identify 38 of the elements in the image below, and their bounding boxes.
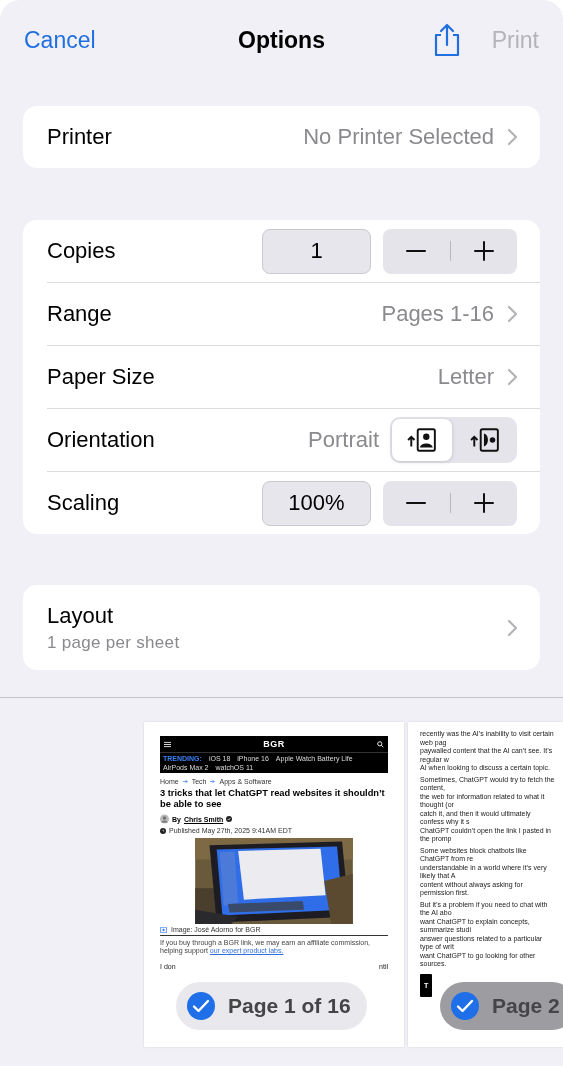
image-icon xyxy=(160,926,167,933)
page-label-text: Page 2 xyxy=(492,994,560,1018)
chevron-icon xyxy=(507,618,517,637)
row-detail: 1 page per sheet xyxy=(47,632,181,653)
chevron-icon xyxy=(507,305,517,323)
landscape-icon xyxy=(470,427,500,453)
search-icon xyxy=(377,740,384,748)
row-label: Layout xyxy=(47,602,115,629)
orientation-value: Portrait xyxy=(308,427,379,453)
row-label: Printer xyxy=(47,124,113,150)
window-title: Options xyxy=(238,26,325,54)
row-label: Scaling xyxy=(47,490,121,516)
row-label: Copies xyxy=(47,238,117,264)
minus-icon xyxy=(406,502,427,504)
minus-icon xyxy=(406,250,427,252)
clock-icon xyxy=(160,827,166,834)
plus-icon xyxy=(473,241,494,261)
page-thumbnail[interactable] xyxy=(144,722,404,1047)
page-thumbnail[interactable] xyxy=(408,722,563,1047)
number-field[interactable]: 100% xyxy=(262,480,371,526)
menu-icon xyxy=(164,740,171,748)
arrow-icon xyxy=(210,779,216,784)
cancel-button[interactable]: Cancel xyxy=(24,26,96,54)
row-label: Orientation xyxy=(47,427,156,453)
row-label: Range xyxy=(47,301,113,327)
plus-icon xyxy=(473,493,494,513)
page-label-text: Page 1 of 16 xyxy=(228,994,351,1018)
avatar-icon xyxy=(160,814,169,824)
chevron-icon xyxy=(507,368,517,386)
number-field[interactable]: 1 xyxy=(262,228,371,274)
chevron-icon xyxy=(507,128,517,146)
row-label: Paper Size xyxy=(47,364,156,390)
arrow-icon xyxy=(182,779,188,784)
article-headline: 3 tricks that let ChatGPT read websites it shouldn’t be able to see xyxy=(160,788,386,810)
portrait-icon xyxy=(407,427,437,453)
portrait-button[interactable] xyxy=(392,419,452,461)
verified-icon xyxy=(226,816,233,822)
site-logo: BGR xyxy=(263,739,285,749)
